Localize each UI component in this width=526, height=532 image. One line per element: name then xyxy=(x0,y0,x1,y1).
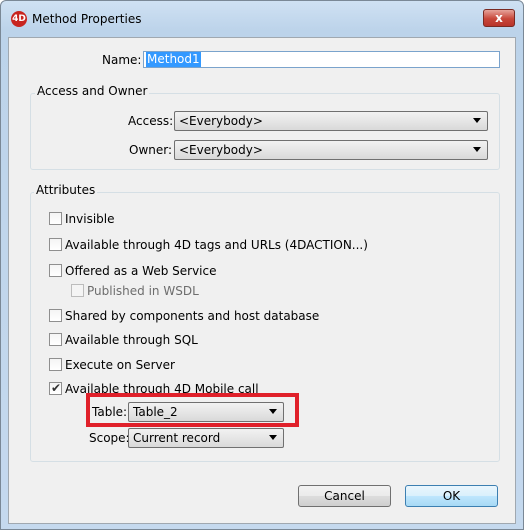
access-owner-group: Access and Owner Access: <Everybody> Own… xyxy=(30,84,500,170)
chevron-down-icon xyxy=(473,118,481,123)
access-label: Access: xyxy=(128,114,174,128)
cancel-button[interactable]: Cancel xyxy=(298,485,391,507)
scope-label: Scope: xyxy=(89,431,130,445)
ok-button[interactable]: OK xyxy=(405,485,498,507)
name-label: Name: xyxy=(102,53,142,67)
checkbox-label: Offered as a Web Service xyxy=(65,264,217,278)
checkbox-box[interactable] xyxy=(49,358,62,371)
checkbox-box[interactable]: ✔ xyxy=(49,381,62,395)
checkbox-label: Execute on Server xyxy=(65,358,175,372)
attributes-title: Attributes xyxy=(34,183,98,197)
owner-dropdown[interactable]: <Everybody> xyxy=(174,140,488,160)
checkbox-label: Published in WSDL xyxy=(87,284,199,298)
access-owner-title: Access and Owner xyxy=(35,84,150,98)
name-value: Method1 xyxy=(146,52,201,67)
checkbox-box[interactable] xyxy=(49,264,62,277)
checkbox-box[interactable] xyxy=(49,333,62,346)
checkbox-label: Available through SQL xyxy=(65,333,198,347)
scope-value: Current record xyxy=(133,431,221,445)
name-input[interactable]: Method1 xyxy=(143,51,500,68)
chevron-down-icon xyxy=(473,147,481,152)
checkmark-icon: ✔ xyxy=(51,381,62,395)
checkbox-label: Available through 4D tags and URLs (4DAC… xyxy=(65,238,368,252)
checkbox-label: Invisible xyxy=(65,212,115,226)
owner-label: Owner: xyxy=(129,143,173,157)
dialog-body: Name: Method1 Access and Owner Access: <… xyxy=(8,37,516,524)
checkbox-box[interactable] xyxy=(71,284,84,297)
scope-dropdown[interactable]: Current record xyxy=(128,428,284,448)
method-properties-window: 4D Method Properties x Name: Method1 Acc… xyxy=(0,0,524,530)
checkbox-label: Shared by components and host database xyxy=(65,309,320,323)
checkbox-box[interactable] xyxy=(49,238,62,251)
checkbox-box[interactable] xyxy=(49,212,62,225)
close-button[interactable]: x xyxy=(483,9,515,27)
highlight-annotation-box xyxy=(86,393,299,427)
access-value: <Everybody> xyxy=(179,114,263,128)
checkbox-box[interactable] xyxy=(49,309,62,322)
chevron-down-icon xyxy=(269,435,277,440)
title-bar[interactable]: 4D Method Properties x xyxy=(1,1,523,37)
owner-value: <Everybody> xyxy=(179,143,263,157)
access-dropdown[interactable]: <Everybody> xyxy=(174,111,488,131)
app-4d-icon: 4D xyxy=(11,11,27,27)
close-icon: x xyxy=(495,11,503,25)
window-title: Method Properties xyxy=(32,12,142,26)
